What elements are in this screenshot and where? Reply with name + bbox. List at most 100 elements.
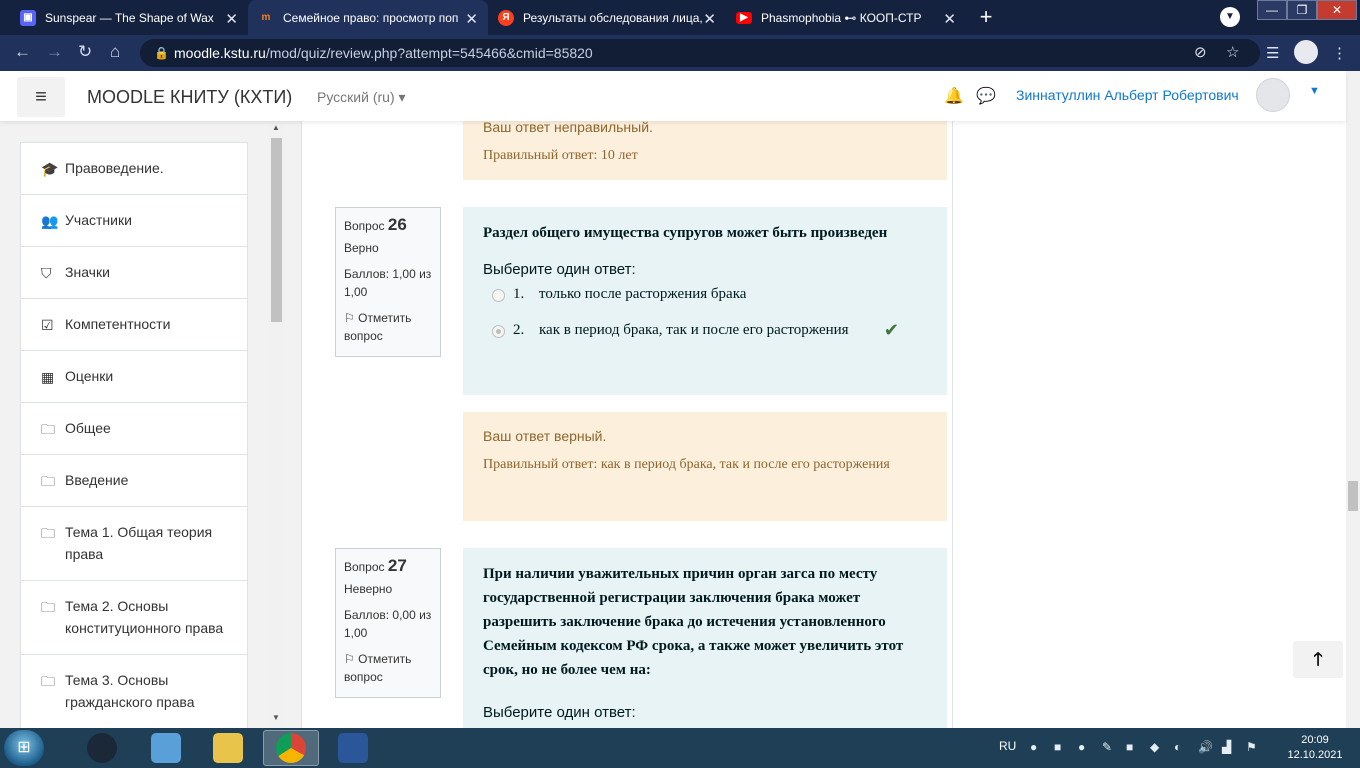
close-icon[interactable]: ✕ xyxy=(703,10,716,28)
volume-icon[interactable]: 🔊 xyxy=(1198,740,1213,754)
scroll-up-icon[interactable]: ▲ xyxy=(272,123,280,132)
new-tab-button[interactable]: + xyxy=(974,6,998,30)
taskbar-app[interactable] xyxy=(325,730,381,766)
tab-search-icon[interactable]: ▼ xyxy=(1220,7,1240,27)
folder-icon: 🗀 xyxy=(41,421,55,437)
taskbar-app[interactable] xyxy=(200,730,256,766)
clock[interactable]: 20:09 12.10.2021 xyxy=(1282,733,1348,763)
lock-icon: 🔒 xyxy=(154,46,169,60)
drawer-item-label: Тема 3. Основы гражданского права xyxy=(65,672,195,710)
drawer-item[interactable]: ☑ Компетентности xyxy=(20,299,248,351)
answer-status: Ваш ответ верный. xyxy=(483,428,607,444)
table-icon: ▦ xyxy=(41,369,55,385)
profile-avatar[interactable] xyxy=(1294,40,1318,64)
taskbar-app[interactable] xyxy=(74,730,130,766)
chat-icon[interactable]: 💬 xyxy=(976,86,996,106)
question-text: Раздел общего имущества супругов может б… xyxy=(483,225,888,241)
radio-button[interactable] xyxy=(492,289,505,302)
forward-arrow-icon[interactable]: → xyxy=(46,43,63,61)
restore-button[interactable]: ❐ xyxy=(1287,0,1317,20)
scroll-down-icon[interactable]: ▼ xyxy=(272,713,280,722)
tab-title: Sunspear — The Shape of Wax xyxy=(45,10,214,25)
question-info: Вопрос 26 Верно Баллов: 1,00 из 1,00 ⚐ О… xyxy=(335,207,441,357)
correct-answer: Правильный ответ: 10 лет xyxy=(483,148,638,163)
site-name[interactable]: MOODLE КНИТУ (КХТИ) xyxy=(87,87,292,108)
folder-icon: 🗀 xyxy=(41,473,55,489)
home-icon[interactable]: ⌂ xyxy=(110,43,120,61)
drawer-item-label: Введение xyxy=(65,472,129,488)
flag-tray-icon[interactable]: ⚑ xyxy=(1246,740,1257,754)
discord-icon: ▣ xyxy=(20,9,36,26)
drawer-item[interactable]: 🗀 Тема 2. Основы конституционного права xyxy=(20,581,248,655)
browser-tab-active[interactable]: m Семейное право: просмотр поп ✕ xyxy=(248,0,488,35)
drawer-item[interactable]: 🗀 Общее xyxy=(20,403,248,455)
drawer-item-label: Участники xyxy=(65,212,132,228)
eye-off-icon[interactable]: ⊘ xyxy=(1194,39,1207,67)
back-to-top-button[interactable]: 🡑 xyxy=(1293,641,1343,678)
drawer-item[interactable]: 🗀 Тема 1. Общая теория права xyxy=(20,507,248,581)
scrollbar-thumb[interactable] xyxy=(271,138,282,322)
tray-app-icon[interactable]: ◆ xyxy=(1150,740,1159,754)
option-number: 2. xyxy=(513,322,525,338)
windows-taskbar: ⊞ RU ● ■ ● ✎ ■ ◆ ◐ 🔊 ▟ ⚑ 20:09 12.10.202… xyxy=(0,728,1360,768)
drawer-item[interactable]: 🎓 Правоведение. xyxy=(20,142,248,195)
folder-icon: 🗀 xyxy=(41,525,55,541)
tray-app-icon[interactable]: ■ xyxy=(1054,740,1061,754)
tray-app-icon[interactable]: ■ xyxy=(1126,740,1133,754)
browser-tab[interactable]: ▣ Sunspear — The Shape of Wax ✕ xyxy=(10,0,248,35)
right-side-panel xyxy=(952,121,1346,728)
scrollbar-thumb[interactable] xyxy=(1348,481,1358,511)
language-indicator[interactable]: RU xyxy=(999,739,1016,753)
browser-tab-strip: ▣ Sunspear — The Shape of Wax ✕ m Семейн… xyxy=(0,0,1360,35)
question-label: Вопрос xyxy=(344,560,385,574)
network-icon[interactable]: ▟ xyxy=(1222,740,1231,754)
close-icon[interactable]: ✕ xyxy=(943,10,956,28)
option-label: как в период брака, так и после его раст… xyxy=(539,322,849,338)
tray-app-icon[interactable]: ◐ xyxy=(1174,740,1181,754)
radio-button-selected[interactable] xyxy=(492,325,505,338)
drawer-item[interactable]: 👥 Участники xyxy=(20,195,248,247)
page-scrollbar[interactable] xyxy=(1346,71,1360,728)
minimize-button[interactable]: — xyxy=(1257,0,1287,20)
browser-tab[interactable]: ▶ Phasmophobia ⊷ КООП-СТР ✕ xyxy=(726,0,966,35)
flag-question-link[interactable]: ⚐ Отметить вопрос xyxy=(344,650,432,686)
menu-dots-icon[interactable]: ⋮ xyxy=(1332,44,1347,62)
user-name[interactable]: Зиннатуллин Альберт Робертович xyxy=(1016,87,1239,103)
drawer-item[interactable]: ⛉ Значки xyxy=(20,247,248,299)
close-icon[interactable]: ✕ xyxy=(465,10,478,28)
drawer-item-label: Тема 2. Основы конституционного права xyxy=(65,598,224,636)
drawer-item[interactable]: ▦ Оценки xyxy=(20,351,248,403)
drawer-scrollbar[interactable]: ▲ ▼ xyxy=(268,121,285,728)
reload-icon[interactable]: ↻ xyxy=(78,43,92,61)
taskbar-app-active[interactable] xyxy=(263,730,319,766)
answer-option-selected[interactable]: 2. как в период брака, так и после его р… xyxy=(483,318,927,354)
question-box: При наличии уважительных причин орган за… xyxy=(463,548,947,728)
taskbar-app[interactable] xyxy=(138,730,194,766)
close-icon[interactable]: ✕ xyxy=(225,10,238,28)
flag-question-link[interactable]: ⚐ Отметить вопрос xyxy=(344,309,432,345)
drawer-item-label: Правоведение. xyxy=(65,160,164,176)
start-button[interactable]: ⊞ xyxy=(4,730,44,766)
user-avatar[interactable] xyxy=(1256,78,1290,112)
youtube-icon: ▶ xyxy=(736,11,752,24)
drawer-toggle-button[interactable]: ≡ xyxy=(17,77,65,117)
close-window-button[interactable]: ✕ xyxy=(1317,0,1357,20)
answer-option[interactable]: 1. только после расторжения брака xyxy=(483,282,927,318)
tray-app-icon[interactable]: ✎ xyxy=(1102,740,1112,754)
drawer-item-label: Оценки xyxy=(65,368,114,384)
star-icon[interactable]: ☆ xyxy=(1226,39,1239,67)
tray-app-icon[interactable]: ● xyxy=(1078,740,1085,754)
browser-tab[interactable]: Я Результаты обследования лица, ✕ xyxy=(488,0,726,35)
flag-label: Отметить вопрос xyxy=(344,652,412,684)
reading-list-icon[interactable]: ☰ xyxy=(1266,44,1279,62)
bell-icon[interactable]: 🔔 xyxy=(944,86,964,106)
language-menu[interactable]: Русский (ru) ▾ xyxy=(317,89,406,106)
drawer-item[interactable]: 🗀 Введение xyxy=(20,455,248,507)
drawer-item[interactable]: 🗀 Тема 3. Основы гражданского права xyxy=(20,655,248,728)
tray-app-icon[interactable]: ● xyxy=(1030,740,1037,754)
url-domain: moodle.kstu.ru xyxy=(174,45,266,61)
back-arrow-icon[interactable]: ← xyxy=(14,43,31,61)
caret-down-icon[interactable]: ▼ xyxy=(1309,85,1320,97)
question-grade: Баллов: 0,00 из 1,00 xyxy=(344,608,432,640)
address-bar[interactable]: 🔒 moodle.kstu.ru/mod/quiz/review.php?att… xyxy=(140,39,1260,67)
